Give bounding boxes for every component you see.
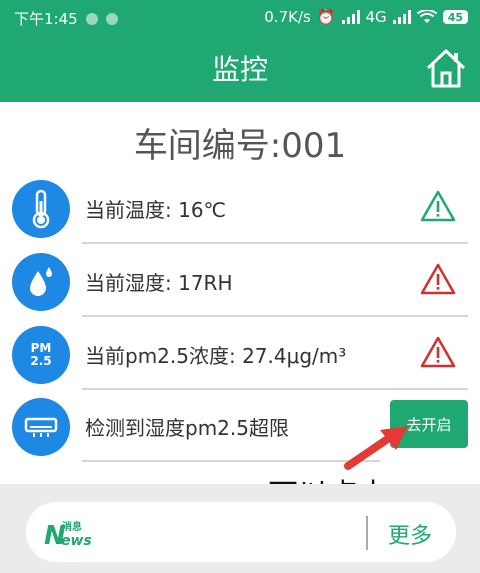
news-card[interactable]: N 消息 ews 更多: [26, 502, 456, 562]
divider: [82, 242, 468, 244]
alarm-icon: ⏰: [316, 8, 336, 26]
temperature-label: 当前温度: 16℃: [85, 198, 227, 222]
warning-icon-alert: [420, 336, 456, 368]
pm25-label: 当前pm2.5浓度: 27.4μg/m³: [85, 344, 347, 368]
bottom-bar: N 消息 ews 更多: [0, 484, 480, 573]
app-bar: 监控: [0, 34, 480, 102]
network-speed: 0.7K/s: [264, 8, 311, 26]
air-conditioner-icon: [12, 398, 70, 456]
pm-icon-value: 2.5: [30, 354, 52, 368]
alert-label: 检测到湿度pm2.5超限: [85, 416, 289, 440]
workshop-number: 车间编号:001: [133, 126, 347, 166]
notification-dot-icon: [85, 12, 98, 25]
pm25-icon: PM 2.5: [12, 326, 70, 384]
divider: [82, 460, 380, 462]
signal-icon-2: [392, 10, 411, 24]
wifi-icon: [416, 10, 437, 23]
network-type: 4G: [365, 8, 387, 26]
signal-icon: [341, 10, 360, 24]
red-arrow-icon: [344, 426, 408, 470]
status-time: 下午1:45: [14, 10, 78, 28]
divider: [366, 516, 368, 550]
warning-icon-alert: [420, 263, 456, 295]
status-bar: 下午1:45 0.7K/s ⏰ 4G 45: [0, 0, 480, 34]
more-link[interactable]: 更多: [388, 518, 432, 550]
water-drop-icon: [12, 253, 70, 311]
thermometer-icon: [12, 180, 70, 238]
humidity-row: 当前湿度: 17RH: [0, 245, 480, 317]
news-logo-top: 消息: [62, 520, 82, 533]
temperature-row: 当前温度: 16℃: [0, 172, 480, 244]
divider: [82, 315, 468, 317]
page-title: 监控: [211, 53, 268, 86]
warning-icon-ok: [420, 190, 456, 222]
notification-dot-icon: [105, 12, 118, 25]
battery-icon: 45: [442, 10, 468, 24]
svg-text:ews: ews: [61, 533, 92, 549]
home-icon[interactable]: [424, 46, 468, 90]
news-logo: N 消息 ews: [44, 520, 92, 550]
humidity-label: 当前湿度: 17RH: [85, 271, 233, 295]
pm25-row: PM 2.5 当前pm2.5浓度: 27.4μg/m³: [0, 318, 480, 390]
